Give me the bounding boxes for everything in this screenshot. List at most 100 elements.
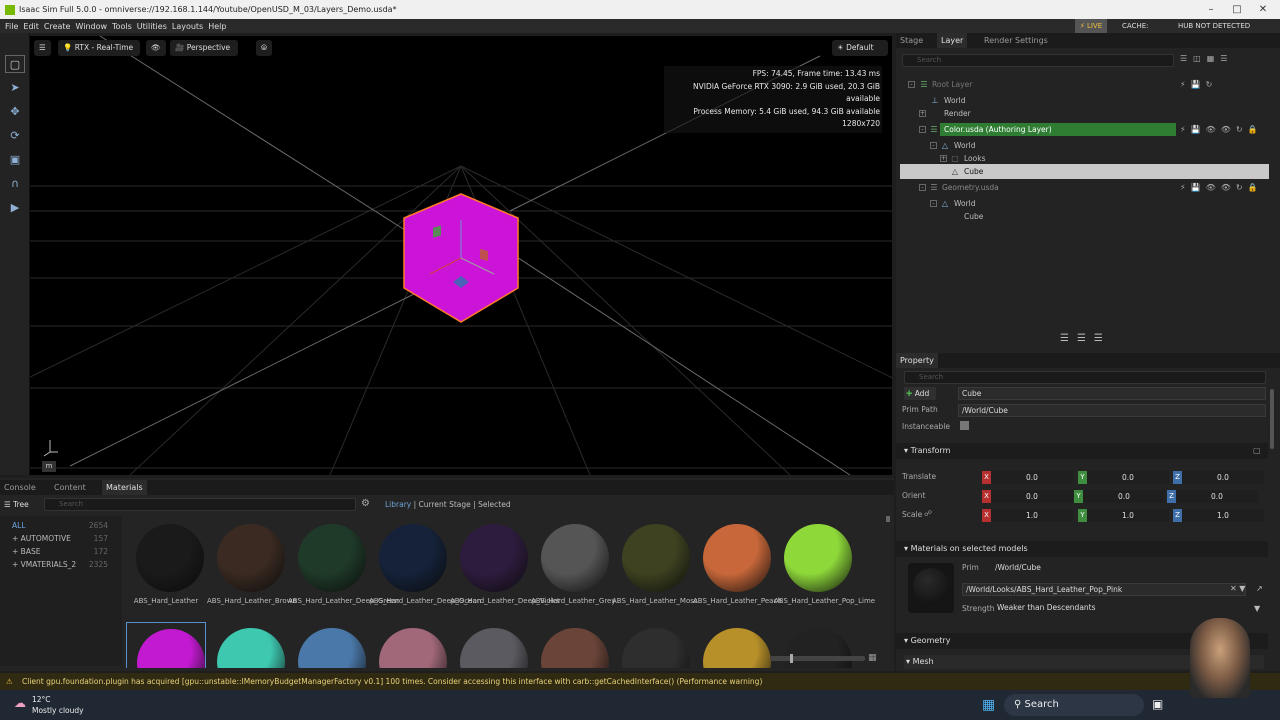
renderer-button[interactable]: 💡 RTX - Real-Time — [58, 40, 140, 56]
property-search-input[interactable]: Search — [904, 371, 1266, 384]
collapse-icon[interactable]: - — [908, 81, 915, 88]
tab-console[interactable]: Console — [0, 480, 40, 495]
menu-layouts[interactable]: Layouts — [172, 22, 203, 31]
select-arrow-icon[interactable]: ➤ — [5, 79, 25, 97]
expand-icon[interactable]: + — [919, 110, 926, 117]
collapse-icon[interactable]: - — [930, 142, 937, 149]
menu-file[interactable]: File — [5, 22, 18, 31]
material-prim-field[interactable]: /World/Cube — [992, 562, 1266, 575]
material-tile[interactable]: ABS_Hard_Leather_Deep_Violet — [450, 518, 560, 614]
minimize-icon[interactable]: – — [1198, 0, 1224, 19]
prim-name-field[interactable]: Cube — [958, 387, 1266, 400]
filter-selected[interactable]: Selected — [478, 500, 511, 509]
snap-magnet-icon[interactable]: ∩ — [5, 175, 25, 193]
menu-help[interactable]: Help — [208, 22, 226, 31]
materials-search-input[interactable]: Search — [44, 498, 356, 511]
weather-icon[interactable]: ☁ — [14, 696, 26, 710]
maximize-icon[interactable]: □ — [1224, 0, 1250, 19]
materials-settings-icon[interactable]: ⚙ — [361, 498, 370, 509]
material-tile[interactable] — [369, 622, 449, 668]
prim-path-field[interactable]: /World/Cube — [958, 404, 1266, 417]
category-vmaterials[interactable]: + VMATERIALS_2 2325 — [12, 560, 108, 569]
geometry-layer-actions[interactable]: ⚡💾👁👁↻🔒 — [1180, 180, 1263, 195]
move-icon[interactable]: ✥ — [5, 103, 25, 121]
orient-y[interactable]: 0.0 — [1083, 490, 1165, 503]
material-tile[interactable]: ABS_Hard_Leather_Moss — [612, 518, 698, 614]
live-badge[interactable]: ⚡ LIVE — [1075, 19, 1107, 33]
material-tile-selected[interactable] — [126, 622, 206, 668]
material-tile[interactable] — [288, 622, 368, 668]
orient-z[interactable]: 0.0 — [1176, 490, 1258, 503]
tree-item-cube-selected[interactable]: △ Cube — [900, 164, 1269, 179]
material-tile[interactable] — [693, 622, 773, 668]
material-tile[interactable] — [450, 622, 530, 668]
tree-toggle-button[interactable]: ☰ Tree — [4, 498, 38, 511]
translate-z[interactable]: 0.0 — [1182, 471, 1264, 484]
color-layer-actions[interactable]: ⚡💾👁👁↻🔒 — [1180, 122, 1263, 137]
material-tile[interactable] — [774, 622, 854, 668]
menu-window[interactable]: Window — [75, 22, 107, 31]
menu-create[interactable]: Create — [44, 22, 71, 31]
property-scrollbar[interactable] — [1270, 389, 1274, 449]
material-tile[interactable]: ABS_Hard_Leather_Deep_Ocean — [369, 518, 481, 614]
strength-dropdown-icon[interactable]: ▼ — [1254, 604, 1260, 613]
layer-root[interactable]: - ☰ Root Layer ⚡💾↻ — [900, 77, 1272, 92]
material-path-field[interactable]: /World/Looks/ABS_Hard_Leather_Pop_Pink — [962, 583, 1246, 596]
tab-content[interactable]: Content — [50, 480, 90, 495]
materials-section[interactable]: ▾ Materials on selected models — [896, 541, 1268, 557]
translate-x[interactable]: 0.0 — [991, 471, 1073, 484]
category-automotive[interactable]: + AUTOMOTIVE 157 — [12, 534, 108, 543]
materials-scrollbar[interactable] — [886, 516, 890, 522]
filter-current-stage[interactable]: Current Stage — [419, 500, 471, 509]
transform-section[interactable]: ▾ Transform — [896, 443, 1268, 459]
category-base[interactable]: + BASE 172 — [12, 547, 108, 556]
scale-link-icon[interactable]: ☍ — [924, 509, 932, 518]
scale-y[interactable]: 1.0 — [1087, 509, 1169, 522]
material-tile[interactable] — [531, 622, 611, 668]
close-icon[interactable]: ✕ — [1250, 0, 1276, 19]
cube-prim[interactable] — [402, 192, 522, 324]
strength-select[interactable]: Weaker than Descendants — [994, 602, 1256, 615]
grid-view-icon[interactable]: ▦ — [868, 653, 877, 663]
menu-tools[interactable]: Tools — [112, 22, 132, 31]
lighting-button[interactable]: ☀ Default — [832, 40, 888, 56]
play-icon[interactable]: ▶ — [5, 199, 25, 217]
thumbnail-size-slider[interactable] — [770, 654, 865, 663]
scale-x[interactable]: 1.0 — [991, 509, 1073, 522]
tab-stage[interactable]: Stage — [896, 33, 927, 48]
layer-geometry[interactable]: - ☰ Geometry.usda ⚡💾👁👁↻🔒 — [900, 180, 1272, 195]
layer-toolbar-icons[interactable]: ☰◫▦☰ — [1180, 54, 1233, 63]
open-material-icon[interactable]: ↗ — [1256, 584, 1263, 593]
task-view-icon[interactable]: ▣ — [1152, 697, 1163, 711]
material-tile[interactable]: ABS_Hard_Leather_Peach — [693, 518, 782, 614]
slider-handle[interactable] — [790, 654, 793, 663]
add-button[interactable]: ✚ Add — [904, 387, 936, 400]
root-layer-actions[interactable]: ⚡💾↻ — [1180, 77, 1217, 92]
material-tile[interactable]: ABS_Hard_Leather_Deep_Green — [288, 518, 399, 614]
layer-bottom-actions[interactable]: ☰☰☰ — [1060, 333, 1111, 344]
scale-z[interactable]: 1.0 — [1182, 509, 1264, 522]
taskbar-search[interactable]: ⚲ Search — [1004, 694, 1144, 716]
broadcast-button[interactable]: ⦾ — [256, 40, 272, 56]
expand-icon[interactable]: + — [940, 155, 947, 162]
material-tile[interactable]: ABS_Hard_Leather_Grey — [531, 518, 616, 614]
menu-edit[interactable]: Edit — [23, 22, 39, 31]
tree-item-render[interactable]: + Render — [900, 106, 1272, 121]
collapse-icon[interactable]: - — [930, 200, 937, 207]
scale-icon[interactable]: ▣ — [5, 151, 25, 169]
viewport-settings-button[interactable]: ☰ — [34, 40, 51, 56]
material-tile[interactable] — [207, 622, 287, 668]
transform-options-icon[interactable]: ▢ — [1253, 446, 1261, 455]
tab-layer[interactable]: Layer — [937, 33, 968, 48]
material-tile[interactable]: ABS_Hard_Leather — [126, 518, 206, 614]
layer-color-authoring[interactable]: - ☰ Color.usda (Authoring Layer) ⚡💾👁👁↻🔒 — [900, 122, 1272, 137]
camera-button[interactable]: 🎥 Perspective — [170, 40, 238, 56]
layer-search-input[interactable]: Search — [902, 54, 1174, 67]
instanceable-checkbox[interactable] — [960, 421, 969, 430]
filter-library[interactable]: Library — [385, 500, 411, 509]
rotate-icon[interactable]: ⟳ — [5, 127, 25, 145]
translate-y[interactable]: 0.0 — [1087, 471, 1169, 484]
tab-render-settings[interactable]: Render Settings — [980, 33, 1052, 48]
visibility-button[interactable]: 👁 — [146, 40, 166, 56]
tab-materials[interactable]: Materials — [102, 480, 147, 495]
